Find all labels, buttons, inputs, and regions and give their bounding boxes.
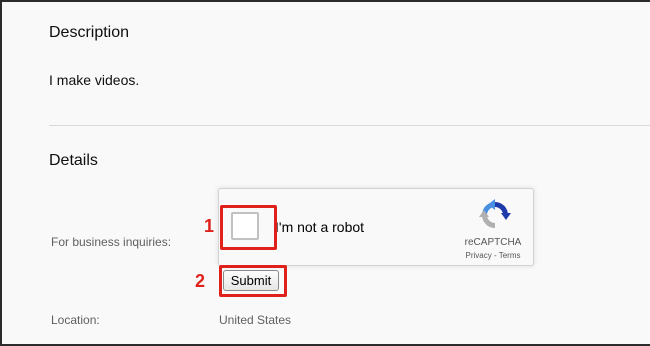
location-label: Location: xyxy=(51,313,100,327)
section-divider xyxy=(49,125,650,126)
annotation-box-step-1 xyxy=(220,205,277,250)
annotation-box-step-2 xyxy=(219,265,287,297)
description-text: I make videos. xyxy=(49,72,140,88)
link-separator: - xyxy=(491,251,499,260)
recaptcha-brand-label: reCAPTCHA xyxy=(464,237,522,248)
annotation-number-1: 1 xyxy=(204,216,215,236)
recaptcha-links: Privacy - Terms xyxy=(453,251,533,260)
business-inquiries-label: For business inquiries: xyxy=(51,235,172,249)
annotation-number-2: 2 xyxy=(195,271,206,291)
location-value: United States xyxy=(219,313,292,327)
description-heading: Description xyxy=(49,24,130,41)
recaptcha-logo-icon xyxy=(479,199,511,228)
privacy-link[interactable]: Privacy xyxy=(466,251,492,260)
channel-about-panel: Description I make videos. Details For b… xyxy=(2,2,650,344)
details-heading: Details xyxy=(49,152,98,169)
terms-link[interactable]: Terms xyxy=(499,251,521,260)
not-a-robot-label: I'm not a robot xyxy=(275,219,365,235)
